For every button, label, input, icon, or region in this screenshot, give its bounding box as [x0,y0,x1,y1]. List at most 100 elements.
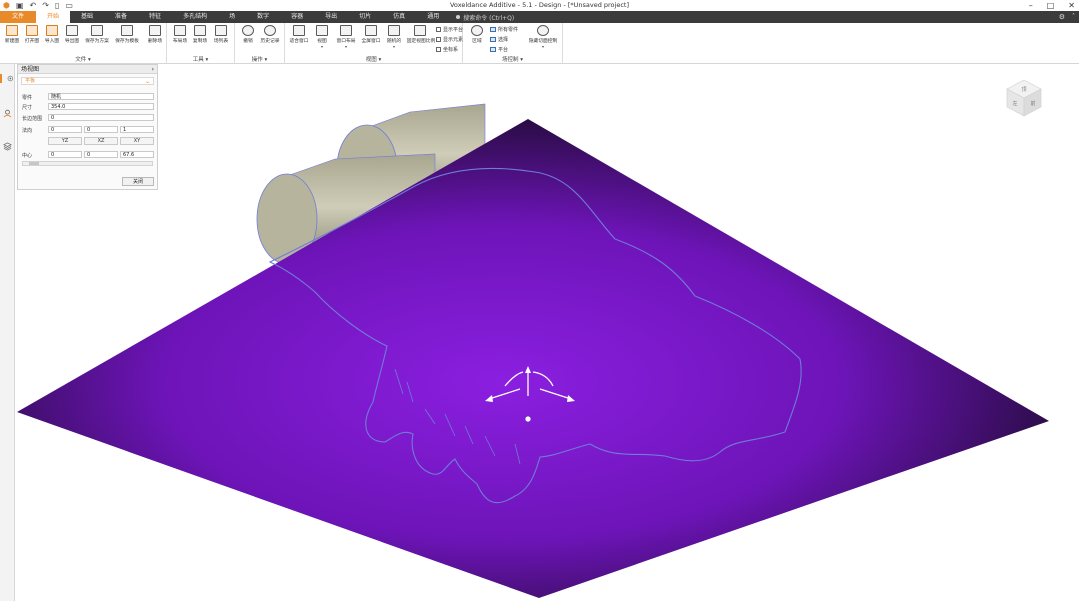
view-mode-button[interactable]: 视图 ▾ [312,25,332,49]
plane-yz-button[interactable]: YZ [48,137,82,145]
ratio-icon [414,25,426,36]
layer-properties-icon[interactable] [3,109,12,118]
hidden-control-label: 隐藏切面控制 [528,38,558,44]
open-button[interactable]: 打开图 [22,25,42,44]
slice-plane[interactable] [17,119,1049,598]
tab-lattice[interactable]: 多孔结构 [172,11,218,23]
show-platform-checkbox[interactable]: 显示平台 [436,26,463,33]
redo-icon[interactable]: ↷ [42,0,49,11]
part-field[interactable]: 随机 [48,93,154,100]
minimize-button[interactable]: – [1029,0,1033,11]
tab-home[interactable]: 开始 [36,11,71,23]
checkbox-box [436,47,441,52]
direction-x-field[interactable]: 0 [48,126,82,133]
window-controls: – □ ✕ [1029,0,1075,11]
show-elements-checkbox[interactable]: 显示元素 [436,36,463,43]
scene-canvas[interactable] [15,64,1079,601]
command-search[interactable]: 搜索命令 (Ctrl+Q) [450,13,514,22]
tab-general[interactable]: 通用 [416,11,450,23]
fix-ratio-label: 固定视图比例 [406,38,436,44]
center-y-field[interactable]: 0 [84,151,118,158]
new-button[interactable]: 新建图 [2,25,22,44]
3d-viewport[interactable]: 顶 左 前 ⌟ [15,64,1079,601]
save-as-icon [91,25,103,36]
tab-container[interactable]: 容器 [280,11,314,23]
save-icon[interactable]: ▣ [16,0,24,11]
full-screen-button[interactable]: 全屏窗口 [359,25,383,44]
new-file-icon[interactable]: ▯ [55,0,59,11]
size-field[interactable]: 354.0 [48,103,154,110]
panel-close-button[interactable]: 关闭 [122,177,154,186]
edge-button[interactable]: 随机的 ▾ [384,25,404,49]
delete-field-button[interactable]: 删除场 [145,25,165,44]
maximize-button[interactable]: □ [1047,0,1055,11]
checkbox-box [436,27,441,32]
tab-slice[interactable]: 切片 [348,11,382,23]
tab-field[interactable]: 场 [218,11,246,23]
quick-access-toolbar: ⬢ ▣ ↶ ↷ ▯ ▭ [0,0,73,11]
area-select-button[interactable]: 区域 [467,25,487,44]
undo-label: 撤销 [243,38,253,44]
tab-file[interactable]: 文件 [0,11,37,23]
export-label: 导出图 [64,38,80,44]
plane-xz-button[interactable]: XZ [84,137,118,145]
panel-close-icon[interactable]: › [152,65,154,74]
fix-ratio-button[interactable]: 固定视图比例 [406,25,436,44]
close-button[interactable]: ✕ [1068,0,1075,11]
direction-z-field[interactable]: 1 [120,126,154,133]
fit-view-label: 适合窗口 [289,38,309,44]
view-cube[interactable]: 顶 左 前 [1005,78,1043,118]
tab-basic[interactable]: 基础 [70,11,104,23]
chevron-up-icon[interactable]: ˄ [1072,11,1075,23]
tab-digital[interactable]: 数字 [246,11,280,23]
scrollbar-thumb[interactable] [29,162,39,165]
offset-field[interactable]: 0 [48,114,154,121]
history-button[interactable]: 历史记录 [260,25,280,44]
view-cube-top-label: 顶 [1021,87,1026,93]
save-as-button[interactable]: 保存为方案 [84,25,110,44]
tool-copy-button[interactable]: 复制场 [190,25,210,44]
undo-button[interactable]: 撤销 [238,25,258,44]
layers-icon[interactable] [3,142,12,151]
panel-section-header[interactable]: 平板 ⌄ [21,77,154,85]
gizmo-center[interactable] [525,416,531,422]
tool-layout-button[interactable]: 布局场 [170,25,190,44]
command-search-placeholder: 搜索命令 (Ctrl+Q) [463,14,515,22]
center-z-field[interactable]: 67.6 [120,151,154,158]
group-label-file: 文件 ▾ [75,57,91,63]
fit-view-button[interactable]: 适合窗口 [287,25,311,44]
plane-xy-button[interactable]: XY [120,137,154,145]
view-cube-left-label: 左 [1012,100,1017,107]
export-icon [66,25,78,36]
export-button[interactable]: 导出图 [62,25,82,44]
panel-title: 场视图 [21,66,40,73]
scene-view-icon[interactable] [0,74,15,83]
open-folder-icon[interactable]: ▭ [65,0,73,11]
save-template-icon [121,25,133,36]
tab-prepare[interactable]: 准备 [104,11,138,23]
save-template-label: 保存为模板 [115,38,139,44]
save-template-button[interactable]: 保存为模板 [112,25,142,44]
coordinate-system-checkbox[interactable]: 坐标系 [436,46,458,53]
history-label: 历史记录 [260,38,280,44]
center-x-field[interactable]: 0 [48,151,82,158]
window-layout-button[interactable]: 窗口布局 ▾ [334,25,358,49]
show-elements-label: 显示元素 [443,37,464,43]
tab-simulation[interactable]: 仿真 [382,11,416,23]
panel-horizontal-scrollbar[interactable] [22,161,153,166]
ribbon-group-file: 新建图 打开图 导入图 导出图 保存为方案 保存为模板 删除场 文件 ▾ [0,23,167,64]
import-button[interactable]: 导入图 [42,25,62,44]
gear-icon[interactable]: ⚙ [1059,11,1065,23]
tab-feature[interactable]: 特征 [138,11,172,23]
offset-label: 长边范围 [22,116,43,122]
tool-list-button[interactable]: 场列表 [211,25,231,44]
all-parts-item[interactable]: 所有零件 [490,26,518,33]
platform-item[interactable]: 平台 [490,46,508,53]
tab-export[interactable]: 导出 [314,11,348,23]
undo-icon[interactable]: ↶ [30,0,37,11]
cube-icon [316,25,328,36]
direction-y-field[interactable]: 0 [84,126,118,133]
select-item[interactable]: 选择 [490,36,508,43]
hidden-control-button[interactable]: 隐藏切面控制 ▾ [526,25,560,49]
panel-header: 场视图 › [18,65,157,74]
